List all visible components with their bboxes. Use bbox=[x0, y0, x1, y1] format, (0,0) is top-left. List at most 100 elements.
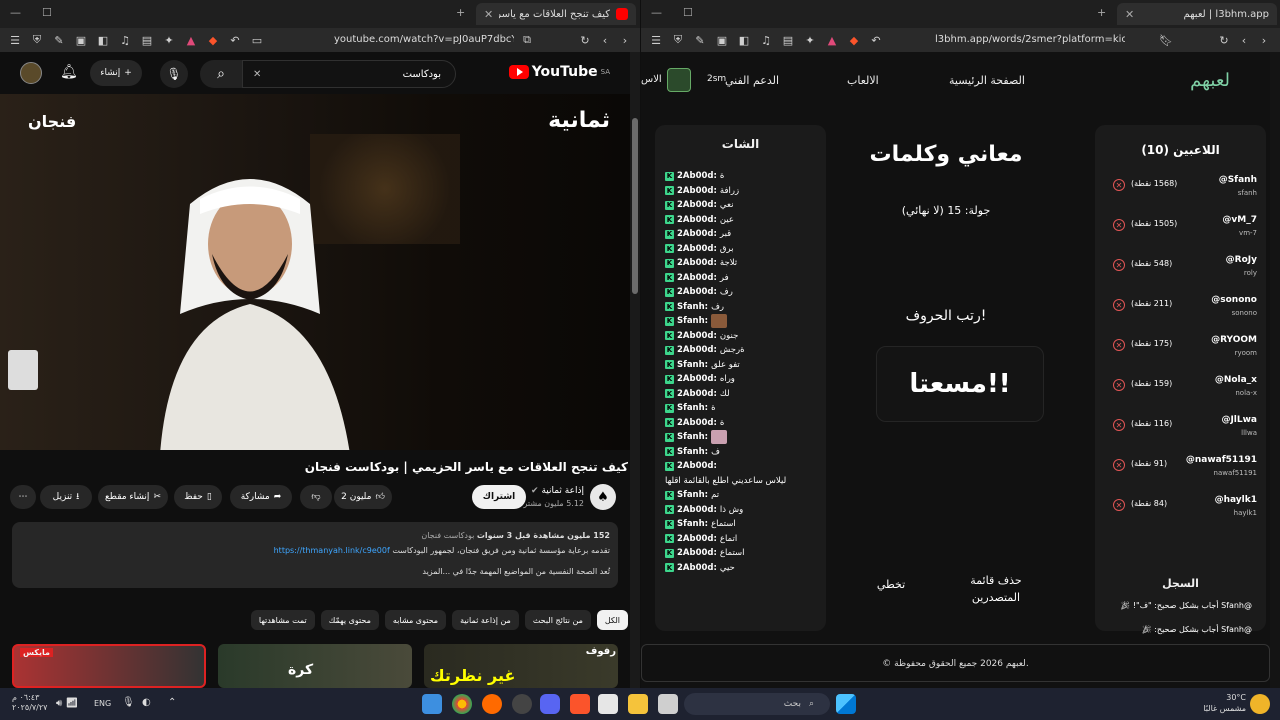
taskbar-app-files-icon[interactable] bbox=[422, 694, 442, 714]
like-button[interactable]: 2 مليون 👍︎ bbox=[334, 485, 392, 509]
nav-games[interactable]: الالعاب bbox=[847, 74, 879, 87]
sidebar-menu-icon[interactable]: ☰ bbox=[649, 33, 663, 47]
reload-icon[interactable]: ↻ bbox=[578, 33, 592, 47]
channel-name-wrap[interactable]: إذاعة ثمانية ✔ bbox=[531, 486, 584, 496]
remove-player-icon[interactable]: ✕ bbox=[1113, 499, 1125, 511]
address-bar[interactable]: l3bhm.app/words/2smer?platform=kick bbox=[935, 34, 1125, 45]
nav-home[interactable]: الصفحة الرئيسية bbox=[949, 74, 1025, 87]
forward-icon[interactable]: › bbox=[618, 33, 632, 47]
remove-player-icon[interactable]: ✕ bbox=[1113, 259, 1125, 271]
start-button-icon[interactable] bbox=[836, 694, 856, 714]
scrollbar-thumb[interactable] bbox=[632, 118, 638, 294]
taskbar-search[interactable]: بحث ⌕ bbox=[684, 693, 830, 715]
remove-player-icon[interactable]: ✕ bbox=[1113, 299, 1125, 311]
remove-player-icon[interactable]: ✕ bbox=[1113, 379, 1125, 391]
maximize-icon[interactable]: ☐ bbox=[683, 6, 693, 19]
related-thumb-2[interactable]: كرة bbox=[218, 644, 412, 688]
tabs-icon[interactable]: ▣ bbox=[74, 33, 88, 47]
tab-youtube[interactable]: ✕ كيف تنجح العلاقات مع ياسر الحز bbox=[476, 3, 636, 25]
remove-player-icon[interactable]: ✕ bbox=[1113, 459, 1125, 471]
taskbar-firefox-icon[interactable] bbox=[482, 694, 502, 714]
nav-extra[interactable]: الاس bbox=[641, 74, 662, 85]
wallet-icon[interactable]: ▤ bbox=[140, 33, 154, 47]
taskbar-explorer-icon[interactable] bbox=[628, 694, 648, 714]
music-icon[interactable]: ♫ bbox=[118, 33, 132, 47]
mic-tray-icon[interactable]: 🎙︎ bbox=[122, 697, 135, 708]
extensions-icon[interactable]: ✦ bbox=[162, 33, 176, 47]
user-avatar[interactable] bbox=[667, 68, 691, 92]
tray-icons[interactable]: 🔊︎ 📶︎ bbox=[56, 698, 78, 709]
reader-icon[interactable]: ◧ bbox=[737, 33, 751, 47]
search-icon[interactable]: ⌕ bbox=[200, 60, 242, 88]
vpn-tray-icon[interactable]: ◐ bbox=[142, 697, 151, 708]
taskbar-discord-icon[interactable] bbox=[540, 694, 560, 714]
subscribe-button[interactable]: اشتراك bbox=[472, 485, 526, 509]
page-scrollbar[interactable] bbox=[1270, 52, 1280, 688]
tabs-icon[interactable]: ▣ bbox=[715, 33, 729, 47]
language-indicator[interactable]: ENG bbox=[94, 699, 111, 708]
clip-button[interactable]: إنشاء مقطع ✂ bbox=[98, 485, 168, 509]
page-scrollbar[interactable] bbox=[630, 52, 640, 688]
show-hidden-icon[interactable]: ⌃ bbox=[168, 697, 176, 708]
new-tab-icon[interactable]: + bbox=[456, 6, 465, 19]
taskbar-obs-icon[interactable] bbox=[512, 694, 532, 714]
wallet-icon[interactable]: ▤ bbox=[781, 33, 795, 47]
video-description[interactable]: 152 مليون مشاهدة قبل 3 سنوات بودكاست فنج… bbox=[12, 522, 618, 588]
address-bar[interactable]: youtube.com/watch?v=pJ0auP7dbcY bbox=[334, 34, 514, 45]
chip-all[interactable]: الكل bbox=[596, 610, 628, 630]
aurora-icon[interactable]: ▲ bbox=[184, 33, 198, 47]
remove-player-icon[interactable]: ✕ bbox=[1113, 419, 1125, 431]
forward-icon[interactable]: › bbox=[1257, 33, 1271, 47]
chip-from-channel[interactable]: من إذاعة ثمانية bbox=[452, 610, 519, 630]
puzzle-icon[interactable]: ✎ bbox=[52, 33, 66, 47]
minimize-icon[interactable]: — bbox=[651, 6, 662, 19]
taskbar-brave-icon[interactable] bbox=[570, 694, 590, 714]
avatar[interactable] bbox=[20, 62, 42, 84]
back-icon[interactable]: ‹ bbox=[598, 33, 612, 47]
save-button[interactable]: حفظ ▯ bbox=[174, 485, 222, 509]
reader-icon[interactable]: ◧ bbox=[96, 33, 110, 47]
remove-player-icon[interactable]: ✕ bbox=[1113, 219, 1125, 231]
desc-link[interactable]: https://thmanyah.link/c9e00f bbox=[274, 546, 390, 555]
back-icon[interactable]: ‹ bbox=[1237, 33, 1251, 47]
weather-sun-icon[interactable] bbox=[1250, 694, 1270, 714]
remove-player-icon[interactable]: ✕ bbox=[1113, 179, 1125, 191]
weather-widget[interactable]: 30°C مشمس غالبًا bbox=[1192, 692, 1246, 714]
chip-similar[interactable]: محتوى مشابه bbox=[384, 610, 447, 630]
puzzle-icon[interactable]: ✎ bbox=[693, 33, 707, 47]
chip-for-you[interactable]: محتوى يهمّك bbox=[320, 610, 379, 630]
video-player[interactable]: فنجان ثمانية bbox=[0, 94, 630, 450]
new-tab-icon[interactable]: + bbox=[1097, 6, 1106, 19]
remove-player-icon[interactable]: ✕ bbox=[1113, 339, 1125, 351]
share-button[interactable]: مشاركة ➦ bbox=[230, 485, 292, 509]
notifications-bell-icon[interactable]: 🔔︎ bbox=[60, 64, 78, 80]
youtube-logo[interactable]: YouTube SA bbox=[508, 64, 610, 80]
shield-icon[interactable]: ⛨ bbox=[671, 33, 685, 47]
undo-icon[interactable]: ↶ bbox=[228, 33, 242, 47]
clear-leaderboard-button[interactable]: حذف قائمة المتصدرين bbox=[956, 572, 1036, 606]
related-thumb-1[interactable]: مايكس bbox=[12, 644, 206, 688]
taskbar-calculator-icon[interactable] bbox=[598, 694, 618, 714]
close-tab-icon[interactable]: ✕ bbox=[484, 8, 493, 21]
taskbar-chrome-icon[interactable] bbox=[452, 694, 472, 714]
more-actions-icon[interactable]: ⋯ bbox=[10, 485, 36, 509]
music-icon[interactable]: ♫ bbox=[759, 33, 773, 47]
shield-icon[interactable]: ⛨ bbox=[30, 33, 44, 47]
skip-button[interactable]: تخطي bbox=[861, 578, 921, 591]
clear-search-icon[interactable]: ✕ bbox=[253, 69, 261, 80]
dislike-button[interactable]: 👎︎ bbox=[300, 485, 332, 509]
brave-shield-icon[interactable]: ◆ bbox=[206, 33, 220, 47]
taskbar-taskview-icon[interactable] bbox=[658, 694, 678, 714]
close-tab-icon[interactable]: ✕ bbox=[1125, 8, 1134, 21]
screen-icon[interactable]: ▭ bbox=[250, 33, 264, 47]
chip-watched[interactable]: تمت مشاهدتها bbox=[250, 610, 315, 630]
search-input[interactable]: ✕ بودكاست bbox=[242, 60, 456, 88]
site-logo[interactable]: لعبهم bbox=[1190, 70, 1230, 91]
reload-icon[interactable]: ↻ bbox=[1217, 33, 1231, 47]
maximize-icon[interactable]: ☐ bbox=[42, 6, 52, 19]
nav-username[interactable]: 2sm bbox=[707, 74, 726, 84]
brave-shield-icon[interactable]: ◆ bbox=[847, 33, 861, 47]
nav-support[interactable]: الدعم الفني bbox=[725, 74, 779, 87]
create-button[interactable]: إنشاء + bbox=[90, 60, 142, 86]
download-button[interactable]: تنزيل ⭳ bbox=[40, 485, 92, 509]
